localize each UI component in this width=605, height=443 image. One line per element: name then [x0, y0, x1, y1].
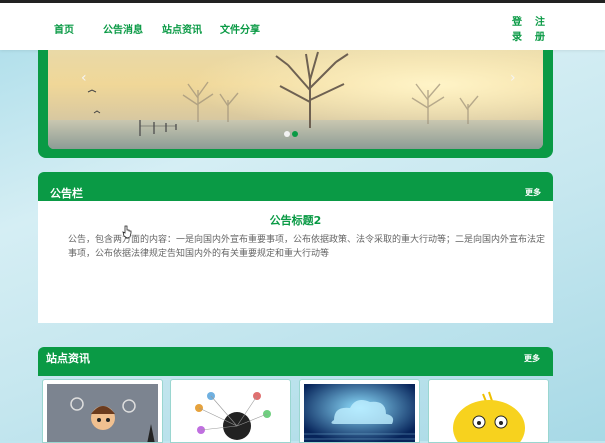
news-card-3[interactable] — [299, 379, 420, 443]
banner-dot-1[interactable] — [284, 131, 290, 137]
news-image-1 — [47, 384, 158, 442]
banner-frame: ‹ › — [38, 50, 553, 158]
news-more-link[interactable]: 更多 — [524, 353, 540, 364]
nav-news[interactable]: 站点资讯 — [162, 21, 202, 36]
nav-notices[interactable]: 公告消息 — [103, 21, 143, 36]
register-char-2: 册 — [535, 32, 545, 43]
news-header: 站点资讯 更多 — [38, 347, 553, 376]
notice-header: 公告栏 更多 — [38, 172, 553, 201]
news-card-4[interactable] — [428, 379, 549, 443]
login-char-2: 录 — [512, 32, 522, 43]
notice-body: 公告标题2 公告，包含两方面的内容：一是向国内外宣布重要事项，公布依据政策、法令… — [38, 201, 553, 323]
notice-item-text: 公告，包含两方面的内容：一是向国内外宣布重要事项，公布依据政策、法令采取的重大行… — [68, 235, 546, 259]
banner-dot-2[interactable] — [292, 131, 298, 137]
register-char-1: 注 — [535, 17, 545, 28]
notice-item-title[interactable]: 公告标题2 — [38, 212, 553, 228]
news-title: 站点资讯 — [46, 352, 90, 365]
notice-more-link[interactable]: 更多 — [525, 187, 541, 198]
hand-cursor-icon — [122, 225, 132, 239]
banner-prev-icon[interactable]: ‹ — [81, 70, 87, 86]
news-card-2[interactable] — [170, 379, 291, 443]
news-image-4 — [433, 384, 544, 442]
banner-next-icon[interactable]: › — [510, 70, 516, 86]
login-char-1: 登 — [512, 17, 522, 28]
banner-carousel[interactable]: ‹ › — [48, 50, 543, 149]
news-image-3 — [304, 384, 415, 442]
header: 首页 公告消息 站点资讯 文件分享 登 录 注 册 — [0, 3, 605, 50]
news-card-1[interactable] — [42, 379, 163, 443]
nav-home[interactable]: 首页 — [54, 21, 74, 36]
nav-files[interactable]: 文件分享 — [220, 21, 260, 36]
news-image-2 — [175, 384, 286, 442]
notice-title: 公告栏 — [50, 187, 83, 200]
